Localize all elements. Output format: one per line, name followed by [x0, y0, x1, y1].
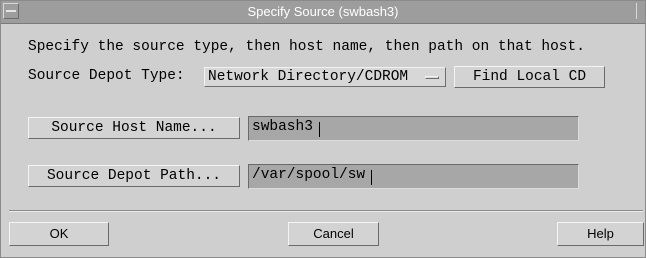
title-bar[interactable]: Specify Source (swbash3) — [1, 1, 645, 24]
source-depot-path-field[interactable]: /var/spool/sw — [248, 164, 579, 189]
specify-source-dialog: Specify Source (swbash3) Specify the sou… — [0, 0, 646, 258]
find-local-cd-button[interactable]: Find Local CD — [454, 66, 605, 88]
instructions-text: Specify the source type, then host name,… — [28, 39, 585, 55]
source-depot-type-option-menu[interactable]: Network Directory/CDROM — [204, 67, 446, 87]
source-host-name-button[interactable]: Source Host Name... — [28, 117, 240, 139]
help-button[interactable]: Help — [557, 222, 644, 246]
footer-separator — [9, 210, 643, 212]
cancel-button[interactable]: Cancel — [288, 222, 379, 246]
source-host-name-field[interactable]: swbash3 — [248, 116, 579, 141]
source-depot-type-value: Network Directory/CDROM — [208, 69, 409, 85]
source-host-name-value: swbash3 — [252, 119, 313, 135]
source-depot-path-value: /var/spool/sw — [252, 167, 366, 183]
option-menu-indicator-icon — [425, 76, 439, 79]
source-depot-path-button[interactable]: Source Depot Path... — [28, 165, 240, 187]
ok-button[interactable]: OK — [9, 222, 109, 246]
maximize-icon[interactable] — [636, 3, 645, 19]
source-depot-type-label: Source Depot Type: — [28, 68, 185, 84]
window-title: Specify Source (swbash3) — [247, 4, 399, 19]
text-cursor — [371, 170, 372, 185]
text-cursor — [319, 122, 320, 137]
